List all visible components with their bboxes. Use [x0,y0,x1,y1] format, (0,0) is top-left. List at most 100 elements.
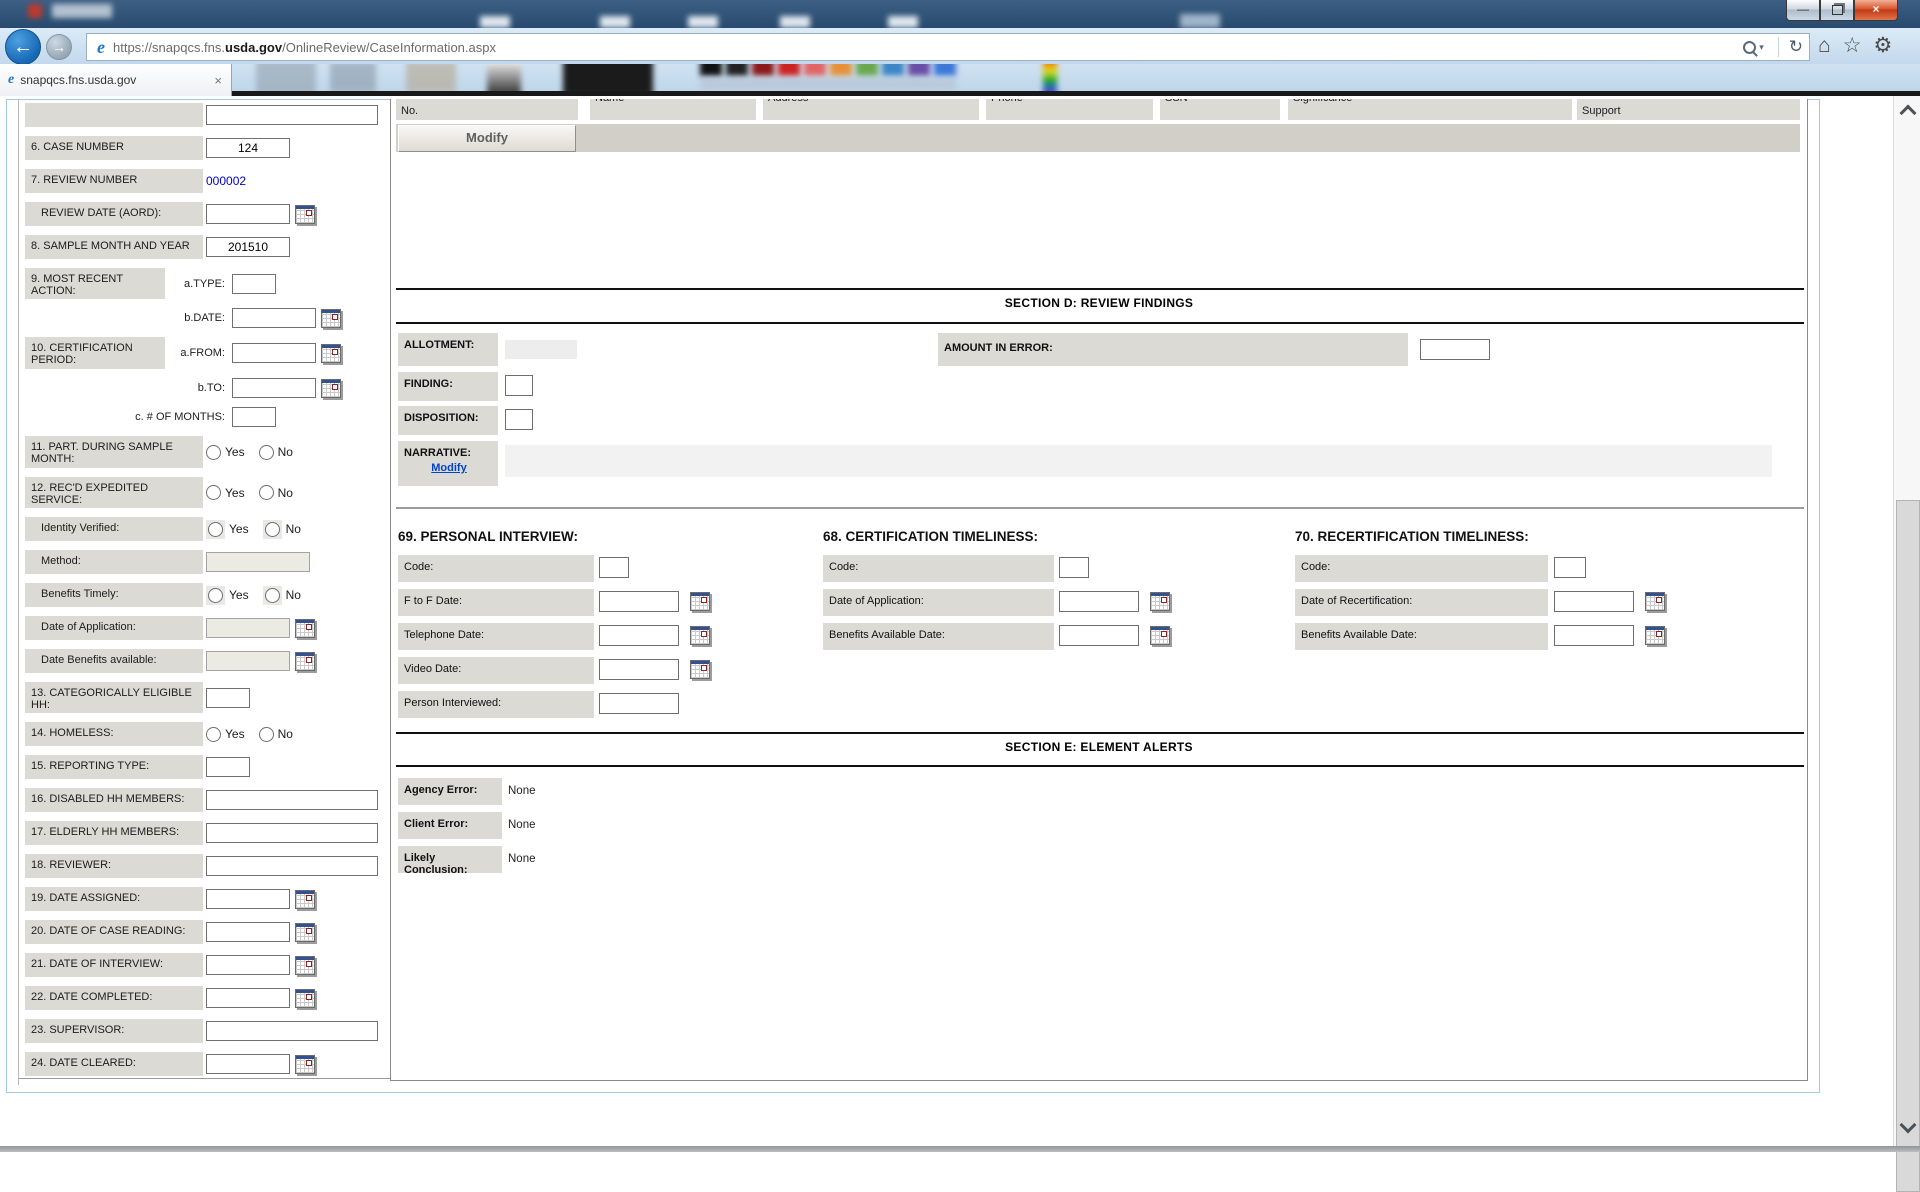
calendar-icon[interactable] [690,660,710,679]
close-button[interactable]: × [1854,0,1898,21]
background-window-blur [700,78,956,90]
search-icon[interactable] [1743,41,1756,54]
review-date-input[interactable] [206,204,290,224]
date-assigned-input[interactable] [206,889,290,909]
calendar-icon[interactable] [321,344,341,363]
divider [396,765,1804,767]
categorically-eligible-input[interactable] [206,688,250,708]
sample-month-input[interactable] [206,237,290,257]
elderly-members-input[interactable] [206,823,378,843]
date-completed-input[interactable] [206,988,290,1008]
expedited-no-radio[interactable] [259,485,274,500]
forward-button[interactable]: → [46,34,72,60]
video-date-input[interactable] [599,659,679,680]
minimize-button[interactable]: — [1786,0,1820,21]
favorites-star-icon[interactable]: ☆ [1843,33,1862,58]
homeless-yes-radio[interactable] [206,727,221,742]
months-input[interactable] [232,407,276,427]
benefits-timely-no-radio[interactable] [265,588,280,603]
divider [396,322,1804,324]
cert-from-input[interactable] [232,343,316,363]
back-icon: ← [13,36,33,59]
calendar-icon[interactable] [690,626,710,645]
restore-button[interactable] [1820,0,1854,21]
refresh-icon[interactable]: ↻ [1789,37,1803,57]
settings-gear-icon[interactable]: ⚙ [1874,33,1893,58]
recert-date-input[interactable] [1554,591,1634,612]
amount-in-error-input[interactable] [1420,339,1490,360]
background-window-blur [688,16,718,28]
back-button[interactable]: ← [5,29,41,65]
identity-yes-radio[interactable] [208,522,223,537]
disabled-members-input[interactable] [206,790,378,810]
browser-navbar: ← → e https://snapqcs.fns.usda.gov/Onlin… [0,28,1920,64]
reviewer-input[interactable] [206,856,378,876]
calendar-icon[interactable] [1645,626,1665,645]
case-number-input[interactable] [206,138,290,158]
home-icon[interactable]: ⌂ [1818,34,1831,58]
scrollbar-thumb[interactable] [1896,500,1920,1192]
radio-label: Yes [229,588,249,602]
calendar-icon[interactable] [295,619,315,638]
sub-label: a.FROM: [165,347,229,359]
date-cleared-input[interactable] [206,1054,290,1074]
scroll-down-arrow[interactable] [1894,1112,1920,1142]
scroll-up-arrow[interactable] [1894,96,1920,126]
browser-tab[interactable]: e snapqcs.fns.usda.gov × [0,64,232,96]
calendar-icon[interactable] [295,652,315,671]
background-window-blur [780,16,810,28]
cert-to-input[interactable] [232,378,316,398]
calendar-icon[interactable] [295,956,315,975]
likely-conclusion-label: Likely Conclusion: [398,846,502,873]
calendar-icon[interactable] [321,309,341,328]
calendar-icon[interactable] [295,923,315,942]
top-partial-input[interactable] [206,105,378,125]
benefits-timely-yes-radio[interactable] [208,588,223,603]
action-type-input[interactable] [232,274,276,294]
person-interviewed-input[interactable] [599,693,679,714]
narrative-textarea[interactable] [505,445,1772,477]
calendar-icon[interactable] [321,379,341,398]
supervisor-input[interactable] [206,1021,378,1041]
recert-benefits-date-input[interactable] [1554,625,1634,646]
radio-label: Yes [229,522,249,536]
calendar-icon[interactable] [1150,626,1170,645]
part-sample-yes-radio[interactable] [206,445,221,460]
part-sample-no-radio[interactable] [259,445,274,460]
calendar-icon[interactable] [295,1055,315,1074]
ftof-date-input[interactable] [599,591,679,612]
field-label: 9. MOST RECENT ACTION: [25,268,165,299]
cert-application-date-input[interactable] [1059,591,1139,612]
background-window-blur [1180,14,1220,28]
background-window-blur [28,4,42,18]
expedited-yes-radio[interactable] [206,485,221,500]
chevron-down-icon[interactable]: ▾ [1759,42,1764,53]
narrative-modify-link[interactable]: Modify [404,462,494,474]
disposition-input[interactable] [505,409,533,430]
recert-code-input[interactable] [1554,557,1586,578]
calendar-icon[interactable] [690,592,710,611]
identity-no-radio[interactable] [265,522,280,537]
field-label: 10. CERTIFICATION PERIOD: [25,337,165,369]
modify-button[interactable]: Modify [398,125,576,152]
calendar-icon[interactable] [295,989,315,1008]
calendar-icon[interactable] [1645,592,1665,611]
calendar-icon[interactable] [295,890,315,909]
telephone-date-input[interactable] [599,625,679,646]
reporting-type-input[interactable] [206,757,250,777]
date-case-reading-input[interactable] [206,922,290,942]
cert-benefits-date-input[interactable] [1059,625,1139,646]
interview-code-input[interactable] [599,557,629,578]
tab-close-icon[interactable]: × [214,73,222,88]
calendar-icon[interactable] [1150,592,1170,611]
cert-application-date-label: Date of Application: [823,589,1054,616]
cert-code-input[interactable] [1059,557,1089,578]
action-date-input[interactable] [232,308,316,328]
calendar-icon[interactable] [295,205,315,224]
vertical-scrollbar[interactable] [1893,96,1920,1146]
finding-input[interactable] [505,375,533,396]
homeless-no-radio[interactable] [259,727,274,742]
address-bar[interactable]: e https://snapqcs.fns.usda.gov/OnlineRev… [86,33,1810,61]
review-number-link[interactable]: 000002 [206,174,246,188]
date-interview-input[interactable] [206,955,290,975]
